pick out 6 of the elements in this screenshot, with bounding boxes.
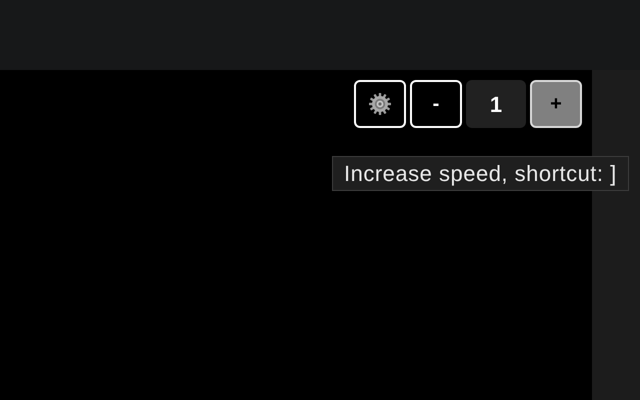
speed-value: 1 bbox=[466, 80, 526, 128]
settings-icon bbox=[368, 92, 392, 116]
settings-button[interactable] bbox=[354, 80, 406, 128]
speed-button[interactable]: + bbox=[530, 80, 582, 128]
speed-button[interactable]: - bbox=[410, 80, 462, 128]
tooltip: Increase speed, shortcut: ] bbox=[332, 156, 629, 191]
